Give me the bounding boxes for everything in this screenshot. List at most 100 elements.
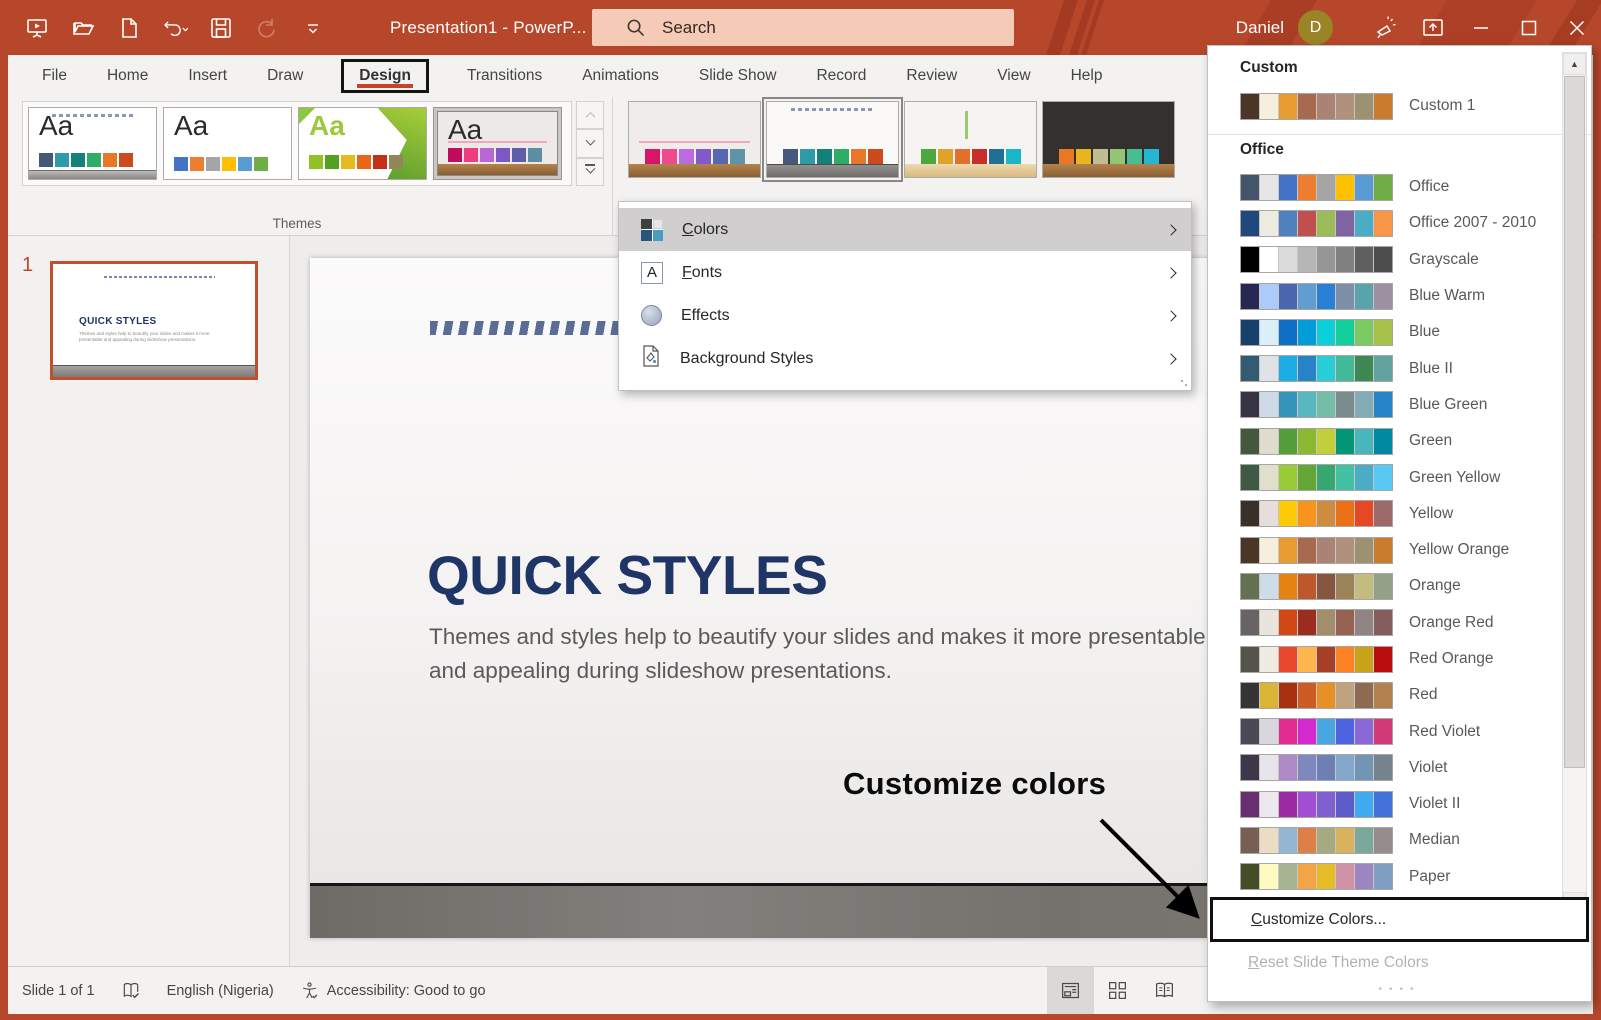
color-swatch: [921, 149, 936, 164]
theme-thumbnail-office[interactable]: Aa: [163, 107, 292, 180]
color-swatch: [1317, 647, 1335, 672]
color-swatch: [1298, 247, 1316, 272]
color-scheme-option[interactable]: Blue: [1208, 314, 1591, 350]
color-scheme-option[interactable]: Office: [1208, 169, 1591, 205]
user-name[interactable]: Daniel: [1236, 18, 1284, 38]
ribbon-tab[interactable]: Help: [1069, 65, 1105, 87]
color-swatch: [955, 149, 970, 164]
variant-pink[interactable]: [628, 101, 761, 178]
scrollbar-thumb[interactable]: [1564, 76, 1585, 768]
color-scheme-option[interactable]: Orange Red: [1208, 605, 1591, 641]
color-swatch: [1241, 284, 1259, 309]
color-swatch: [1241, 465, 1259, 490]
color-scheme-option[interactable]: Orange: [1208, 568, 1591, 604]
color-scheme-option[interactable]: Green Yellow: [1208, 459, 1591, 495]
customize-quick-access-icon[interactable]: [300, 15, 326, 41]
spellcheck-icon[interactable]: [121, 981, 141, 1001]
menu-item-colors[interactable]: Colors: [619, 208, 1191, 251]
color-scheme-option[interactable]: Office 2007 - 2010: [1208, 205, 1591, 241]
scheme-swatches: [1240, 391, 1393, 418]
slide-title[interactable]: QUICK STYLES: [427, 543, 827, 607]
color-scheme-option[interactable]: Blue Green: [1208, 387, 1591, 423]
slide-indicator[interactable]: Slide 1 of 1: [22, 983, 95, 999]
menu-item-background-styles[interactable]: Background Styles: [619, 337, 1191, 380]
color-swatch: [1298, 864, 1316, 889]
color-scheme-option[interactable]: Yellow: [1208, 496, 1591, 532]
ribbon-tab[interactable]: Record: [814, 65, 868, 87]
color-scheme-option[interactable]: Red Orange: [1208, 641, 1591, 677]
language-indicator[interactable]: English (Nigeria): [167, 983, 274, 999]
menu-item-label: Colors: [682, 221, 728, 239]
undo-icon[interactable]: [162, 15, 188, 41]
ribbon-tab[interactable]: Draw: [265, 65, 305, 87]
theme-thumbnail-facet[interactable]: Aa: [298, 107, 427, 180]
color-scheme-option[interactable]: Yellow Orange: [1208, 532, 1591, 568]
color-swatch: [834, 149, 849, 164]
color-scheme-option[interactable]: Grayscale: [1208, 242, 1591, 278]
theme-thumbnail-gallery[interactable]: Aa: [437, 111, 558, 176]
slide-sorter-view-button[interactable]: [1094, 967, 1141, 1014]
ribbon-tab[interactable]: Animations: [580, 65, 661, 87]
color-scheme-option[interactable]: Median: [1208, 822, 1591, 858]
search-box[interactable]: Search: [592, 9, 1014, 46]
color-swatch: [1260, 828, 1278, 853]
color-scheme-option[interactable]: Red Violet: [1208, 713, 1591, 749]
color-scheme-option[interactable]: Green: [1208, 423, 1591, 459]
ribbon-tab[interactable]: Design: [341, 59, 429, 93]
color-swatch: [1279, 247, 1297, 272]
save-icon[interactable]: [208, 15, 234, 41]
color-scheme-option[interactable]: Blue II: [1208, 350, 1591, 386]
color-swatch: [1260, 320, 1278, 345]
ribbon-tab[interactable]: File: [40, 65, 69, 87]
gallery-scroll-up-button[interactable]: [576, 101, 604, 129]
color-swatch: [1144, 149, 1159, 164]
color-swatch: [1279, 211, 1297, 236]
gallery-more-button[interactable]: [576, 158, 604, 186]
scheme-swatches: [1240, 210, 1393, 237]
slide-thumbnail[interactable]: QUICK STYLES Themes and styles help to b…: [50, 261, 258, 380]
ribbon-tab[interactable]: Slide Show: [697, 65, 779, 87]
ribbon-tab[interactable]: Home: [105, 65, 150, 87]
ribbon-tab[interactable]: Insert: [186, 65, 229, 87]
theme-thumbnail-current[interactable]: Aa: [28, 107, 157, 180]
color-swatch: [1317, 574, 1335, 599]
scrollbar-up-button[interactable]: ▲: [1563, 53, 1586, 75]
color-scheme-option-custom[interactable]: Custom 1: [1208, 87, 1591, 125]
color-scheme-option[interactable]: Blue Warm: [1208, 278, 1591, 314]
scheme-swatches: [1240, 646, 1393, 673]
open-file-icon[interactable]: [70, 15, 96, 41]
ribbon-tab[interactable]: Transitions: [465, 65, 544, 87]
color-swatch: [713, 149, 728, 164]
color-scheme-option[interactable]: Violet II: [1208, 786, 1591, 822]
color-swatch: [1317, 392, 1335, 417]
color-swatch: [645, 149, 660, 164]
accessibility-status[interactable]: Accessibility: Good to go: [300, 981, 486, 1000]
color-swatch: [1298, 465, 1316, 490]
variant-dark[interactable]: [1042, 101, 1175, 178]
menu-resize-grip[interactable]: [1180, 379, 1187, 386]
start-slideshow-icon[interactable]: [24, 15, 50, 41]
color-swatch: [1374, 683, 1392, 708]
color-swatch: [1260, 429, 1278, 454]
reading-view-button[interactable]: [1141, 967, 1188, 1014]
avatar[interactable]: D: [1298, 10, 1333, 45]
menu-item-effects[interactable]: Effects: [619, 294, 1191, 337]
scheme-name: Office 2007 - 2010: [1409, 214, 1536, 232]
menu-item-fonts[interactable]: A Fonts: [619, 251, 1191, 294]
color-scheme-option[interactable]: Red: [1208, 677, 1591, 713]
color-swatch: [1241, 574, 1259, 599]
color-scheme-option[interactable]: Paper: [1208, 859, 1591, 895]
customize-colors-button[interactable]: Customize Colors...: [1210, 897, 1589, 942]
gallery-scroll-down-button[interactable]: [576, 129, 604, 157]
ribbon-tab[interactable]: View: [995, 65, 1032, 87]
scheme-swatches: [1240, 464, 1393, 491]
variant-blue-selected[interactable]: [766, 101, 899, 178]
ribbon-tab[interactable]: Review: [904, 65, 959, 87]
new-file-icon[interactable]: [116, 15, 142, 41]
color-swatch: [1355, 284, 1373, 309]
variant-green[interactable]: [904, 101, 1037, 178]
submenu-scrollbar[interactable]: ▲ ▼: [1562, 52, 1587, 915]
slide-body-text[interactable]: Themes and styles help to beautify your …: [429, 620, 1243, 688]
color-scheme-option[interactable]: Violet: [1208, 750, 1591, 786]
normal-view-button[interactable]: [1047, 967, 1094, 1014]
